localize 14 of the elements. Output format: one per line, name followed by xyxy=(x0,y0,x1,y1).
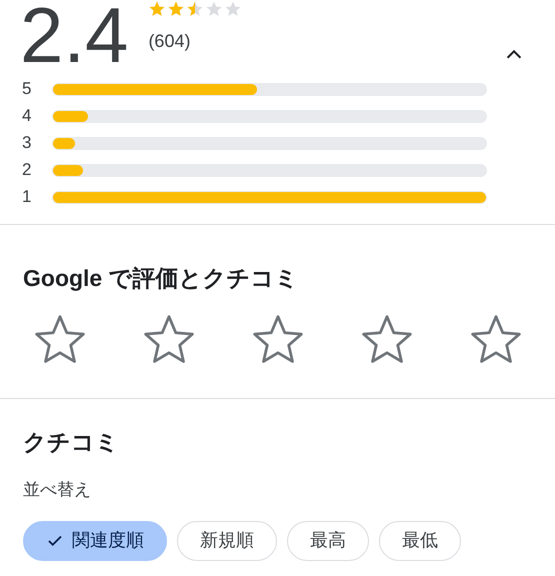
star-level-label: 5 xyxy=(22,78,32,100)
star-level-label: 4 xyxy=(22,105,32,128)
sort-chip[interactable]: 関連度順 xyxy=(23,520,167,560)
star-level-label: 2 xyxy=(22,159,32,182)
section-title: Google で評価とクチコミ xyxy=(23,264,300,293)
star-level-label: 1 xyxy=(22,186,32,208)
star-level-label: 3 xyxy=(22,132,32,154)
review-count: (604) xyxy=(148,30,192,53)
section-title: クチコミ xyxy=(23,428,120,456)
average-rating: 2.4 xyxy=(20,0,128,74)
sort-chip[interactable]: 最高 xyxy=(287,520,369,560)
sort-label: 並べ替え xyxy=(23,479,92,501)
sort-chip[interactable]: 新規順 xyxy=(177,520,277,560)
sort-chip[interactable]: 最低 xyxy=(379,520,461,560)
